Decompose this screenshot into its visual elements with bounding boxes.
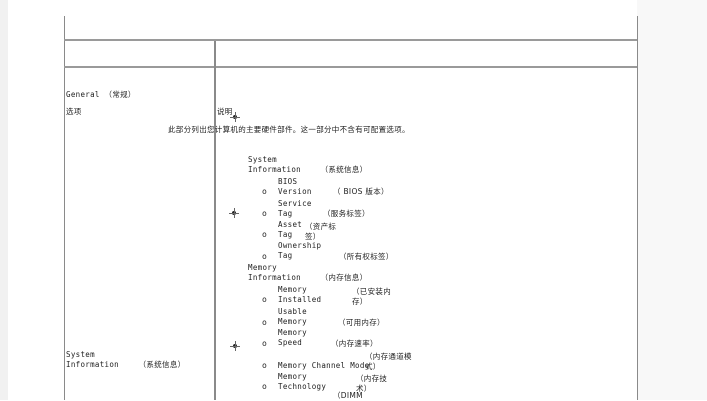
list-bullet: o (262, 295, 267, 304)
list-item-label: Ownership Tag (278, 241, 322, 260)
list-bullet: o (262, 209, 267, 218)
bullet-marker-icon (229, 208, 239, 218)
list-bullet: o (262, 252, 267, 261)
list-bullet: o (262, 318, 267, 327)
page-left-margin (0, 0, 8, 400)
table-top-rule (64, 39, 637, 41)
list-item-label: Asset Tag (278, 220, 303, 239)
description-header: 说明 (217, 107, 233, 116)
list-item-label: Memory Installed (278, 285, 322, 304)
list-bullet: o (262, 361, 267, 370)
list-bullet: o (262, 339, 267, 348)
system-information-label: System Information （系统信息） (66, 350, 186, 369)
list-item-label: Usable Memory (278, 307, 307, 326)
list-bullet: o (262, 382, 267, 391)
list-item-note: （服务标签） (323, 209, 370, 218)
list-item-note: （内存速率） (331, 339, 378, 348)
list-item-note: （ BIOS 版本） (333, 187, 389, 196)
list-item-label: Memory Speed (278, 328, 307, 347)
intro-text: 此部分列出您计算机的主要硬件部件。这一部分中不含有可配置选项。 (168, 125, 410, 134)
list-bullet: o (262, 230, 267, 239)
list-item-label: BIOS Version (278, 177, 312, 196)
table-header-rule (64, 66, 637, 68)
section-memory-information: Memory Information （内存信息） (248, 263, 368, 282)
list-item-label: Memory Channel Mode (278, 361, 370, 370)
list-item-note: （内存通道模 式） (365, 352, 412, 371)
list-bullet: o (262, 187, 267, 196)
column-divider (214, 41, 216, 400)
list-item-note: （可用内存） (338, 318, 385, 327)
bullet-marker-icon (230, 341, 240, 351)
list-item-label: Service Tag (278, 199, 312, 218)
list-item-note: （已安装内 存） (352, 287, 391, 306)
section-system-information: System Information （系统信息） (248, 155, 368, 174)
document-page: General （常规） 选项 System Information （系统信息… (0, 0, 707, 400)
page-right-margin (637, 0, 707, 400)
list-item-label: Memory Technology (278, 372, 327, 391)
bullet-marker-icon (230, 112, 240, 122)
list-item-note: （所有权标签） (339, 252, 394, 261)
list-item-note: （资产标 签） (305, 222, 337, 241)
general-label: General （常规） (66, 90, 136, 99)
option-header: 选项 (66, 107, 82, 116)
